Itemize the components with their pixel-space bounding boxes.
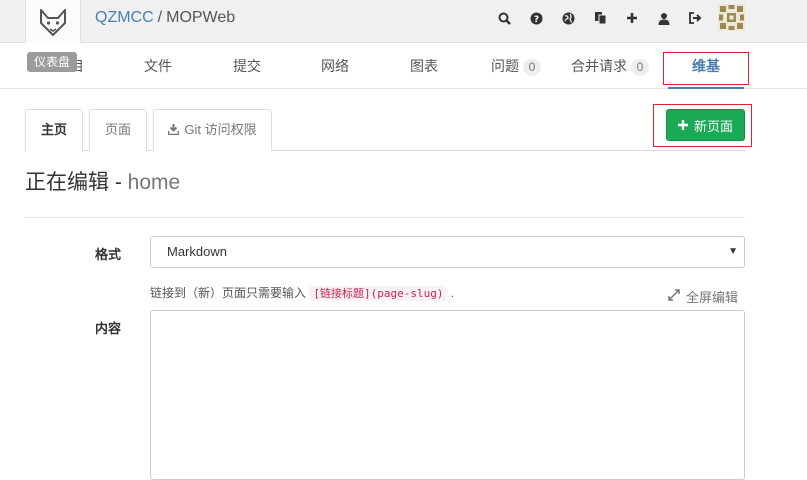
divider [25, 217, 745, 218]
caret-down-icon: ▼ [728, 246, 738, 257]
nav-graphs[interactable]: 图表 [409, 43, 439, 89]
help-icon[interactable]: ? [520, 8, 552, 28]
plus-icon[interactable] [616, 8, 648, 28]
search-icon[interactable] [488, 8, 520, 28]
breadcrumb: QZMCC / MOPWeb [95, 8, 235, 28]
tab-git-access-label: Git 访问权限 [184, 122, 257, 137]
nav-issues-label: 问题 [491, 58, 519, 74]
fox-logo-icon [40, 8, 66, 36]
page-title-slug: home [127, 171, 181, 194]
content-label: 内容 [95, 321, 122, 336]
snippets-icon[interactable] [584, 8, 616, 28]
wiki-highlight-box [663, 52, 749, 85]
fullscreen-toggle[interactable]: 全屏编辑 [668, 287, 738, 306]
tab-home[interactable]: 主页 [25, 109, 83, 152]
explore-icon[interactable] [552, 8, 584, 28]
avatar[interactable] [718, 4, 745, 31]
download-icon [168, 111, 180, 151]
content-textarea[interactable] [150, 310, 745, 480]
new-page-highlight-box [653, 104, 752, 147]
page-title: 正在编辑 - home [25, 169, 180, 197]
format-select-value: Markdown [167, 244, 227, 259]
gitlab-logo[interactable] [25, 0, 81, 43]
page-title-prefix: 正在编辑 - [25, 171, 128, 194]
wiki-tabs: 主页 页面 Git 访问权限 [25, 109, 745, 152]
nav-merge-requests-label: 合并请求 [571, 58, 627, 74]
link-hint: 链接到（新）页面只需要输入 [链接标题](page-slug) . [150, 284, 454, 303]
hint-end: . [450, 286, 455, 300]
issues-count-badge: 0 [523, 59, 541, 76]
tab-git-access[interactable]: Git 访问权限 [153, 109, 272, 151]
hint-code: [链接标题](page-slug) [309, 286, 448, 301]
nav-issues[interactable]: 问题 0 [490, 43, 542, 89]
expand-icon [668, 289, 680, 304]
fullscreen-label: 全屏编辑 [686, 290, 739, 305]
svg-text:?: ? [533, 15, 538, 25]
merge-requests-count-badge: 0 [631, 59, 649, 76]
nav-commits[interactable]: 提交 [232, 43, 262, 89]
breadcrumb-group[interactable]: QZMCC [95, 9, 154, 26]
nav-network[interactable]: 网络 [320, 43, 350, 89]
top-header: QZMCC / MOPWeb ? [0, 0, 807, 43]
sign-out-icon[interactable] [680, 8, 712, 28]
format-select[interactable]: Markdown ▼ [150, 236, 745, 268]
breadcrumb-separator: / [157, 9, 163, 26]
breadcrumb-project[interactable]: MOPWeb [166, 9, 235, 26]
header-icons: ? [488, 8, 712, 28]
dashboard-tooltip: 仪表盘 [27, 52, 78, 72]
user-icon[interactable] [648, 8, 680, 28]
tab-pages[interactable]: 页面 [89, 109, 147, 151]
hint-text: 链接到（新）页面只需要输入 [150, 286, 307, 300]
nav-files[interactable]: 文件 [143, 43, 173, 89]
nav-merge-requests[interactable]: 合并请求 0 [571, 43, 649, 89]
format-label: 格式 [95, 247, 122, 262]
